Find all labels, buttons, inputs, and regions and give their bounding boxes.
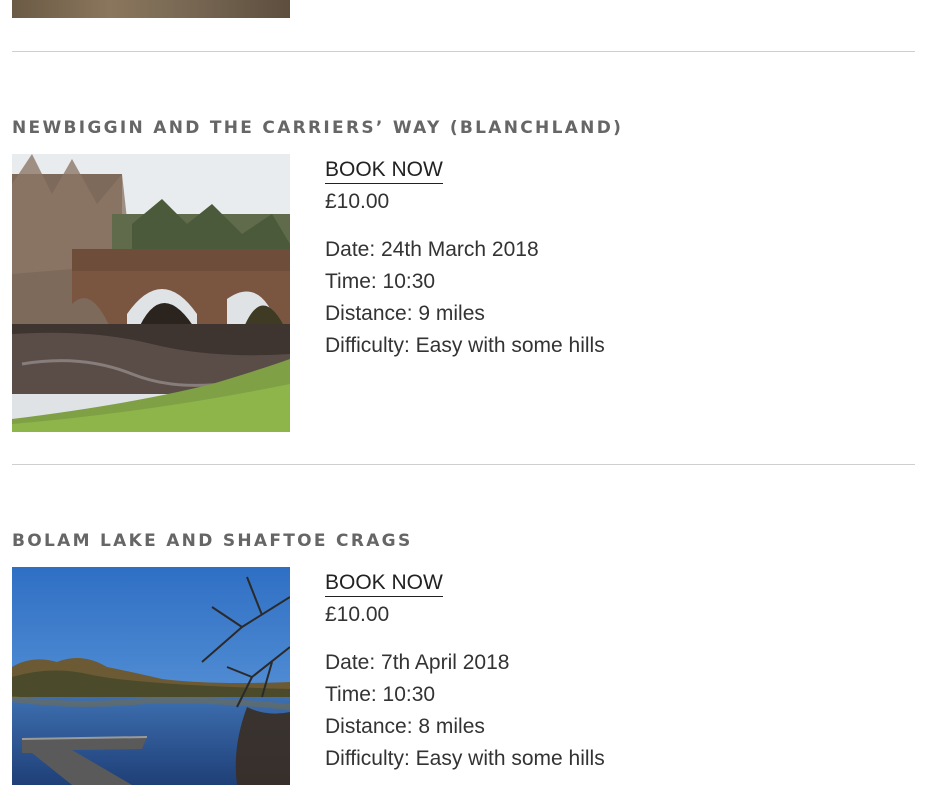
walk-title[interactable]: NEWBIGGIN AND THE CARRIERS’ WAY (BLANCHL…: [12, 118, 915, 138]
previous-walk-image[interactable]: [12, 0, 290, 18]
lake-image[interactable]: [12, 567, 290, 785]
walk-item: BOLAM LAKE AND SHAFTOE CRAGS BOOK NOW £1…: [12, 531, 915, 785]
divider: [12, 464, 915, 465]
walk-distance: Distance: 9 miles: [325, 302, 485, 325]
walk-title[interactable]: BOLAM LAKE AND SHAFTOE CRAGS: [12, 531, 915, 551]
walk-details: BOOK NOW £10.00 Date: 24th March 2018 Ti…: [325, 154, 605, 362]
book-now-button[interactable]: BOOK NOW: [325, 570, 443, 597]
walk-time: Time: 10:30: [325, 683, 436, 706]
walk-details: BOOK NOW £10.00 Date: 7th April 2018 Tim…: [325, 567, 605, 775]
walk-item: NEWBIGGIN AND THE CARRIERS’ WAY (BLANCHL…: [12, 118, 915, 432]
walk-difficulty: Difficulty: Easy with some hills: [325, 334, 605, 357]
bridge-river-image[interactable]: [12, 154, 290, 432]
walks-listing: NEWBIGGIN AND THE CARRIERS’ WAY (BLANCHL…: [0, 0, 925, 785]
divider: [12, 51, 915, 52]
walk-time: Time: 10:30: [325, 270, 436, 293]
walk-difficulty: Difficulty: Easy with some hills: [325, 747, 605, 770]
walk-distance: Distance: 8 miles: [325, 715, 485, 738]
walk-date: Date: 7th April 2018: [325, 651, 510, 674]
walk-date: Date: 24th March 2018: [325, 238, 539, 261]
price: £10.00: [325, 603, 390, 626]
book-now-button[interactable]: BOOK NOW: [325, 157, 443, 184]
price: £10.00: [325, 190, 390, 213]
